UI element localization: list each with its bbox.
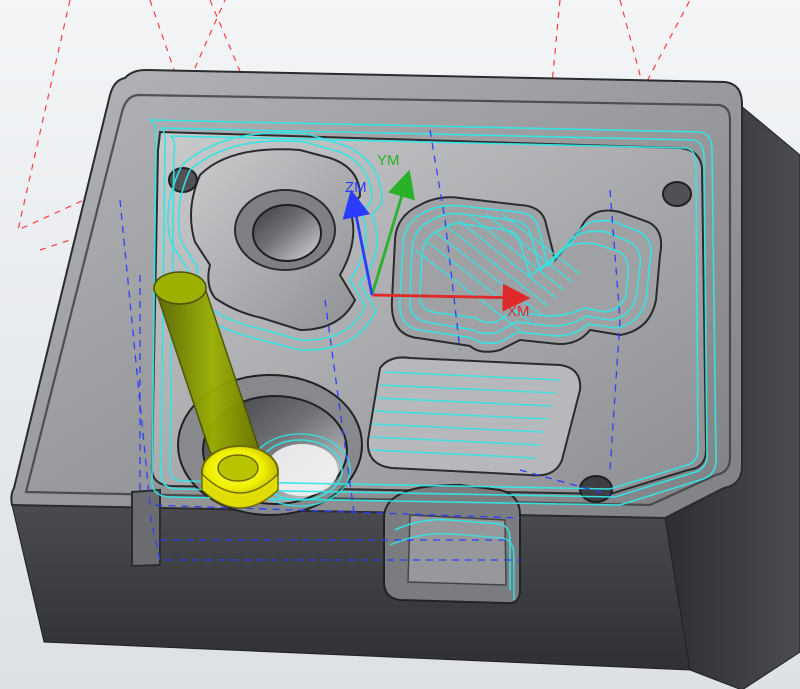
tool-top-cap: [153, 271, 207, 305]
workpiece-part[interactable]: [10, 68, 800, 689]
center-island: [366, 356, 582, 477]
x-axis-label: XM: [507, 303, 530, 320]
cam-scene[interactable]: XM YM ZM: [0, 0, 800, 689]
part-front-face: [11, 504, 691, 671]
cam-graphics-viewport[interactable]: XM YM ZM: [0, 0, 800, 689]
front-slot-floor: [407, 514, 507, 586]
step-notch: [131, 488, 161, 568]
tool-holder-bore: [217, 454, 259, 482]
boss-hole: [252, 204, 322, 262]
corner-hole-right-top: [662, 181, 692, 207]
y-axis-label: YM: [377, 152, 400, 169]
z-axis-label: ZM: [345, 179, 367, 196]
